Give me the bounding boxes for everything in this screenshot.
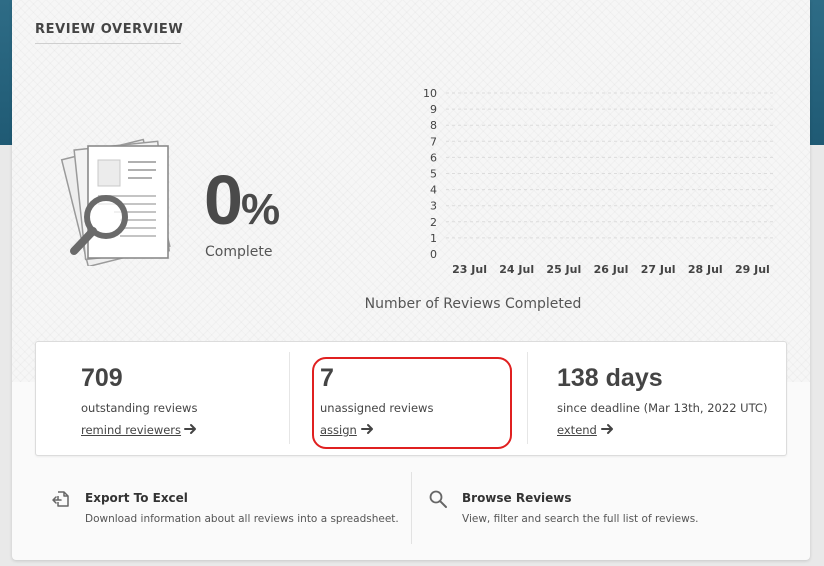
review-overview-card: REVIEW OVERVIEW 0% Complete 0 1 2 3 4 5 6 7 8 9 10… bbox=[12, 0, 810, 560]
stat-value: 709 bbox=[81, 364, 123, 392]
chart-xtick-label: 23 Jul bbox=[452, 263, 487, 276]
completion-value: 0 bbox=[204, 161, 243, 239]
chart-ytick-label: 5 bbox=[430, 168, 437, 181]
export-icon bbox=[52, 491, 69, 507]
arrow-right-icon[interactable] bbox=[361, 422, 375, 436]
action-title: Browse Reviews bbox=[462, 491, 572, 505]
reviews-completed-chart: 0 1 2 3 4 5 6 7 8 9 10 23 Jul 24 Jul 25 Jul 26 Jul 27 J… bbox=[423, 87, 776, 276]
completion-label: Complete bbox=[205, 244, 273, 260]
chart-ytick-label: 9 bbox=[430, 103, 437, 116]
chart-ytick-label: 3 bbox=[430, 200, 437, 213]
arrow-right-icon[interactable] bbox=[184, 422, 198, 436]
search-icon bbox=[429, 490, 447, 508]
action-description: View, filter and search the full list of… bbox=[462, 513, 699, 525]
stat-label: unassigned reviews bbox=[320, 401, 434, 415]
remind-reviewers-link[interactable]: remind reviewers bbox=[81, 423, 181, 437]
extend-link[interactable]: extend bbox=[557, 423, 597, 437]
browse-reviews-button[interactable]: Browse Reviews View, filter and search t… bbox=[412, 472, 787, 544]
stat-unassigned: 7 unassigned reviews assign bbox=[320, 342, 510, 455]
chart-ytick-label: 0 bbox=[430, 248, 437, 261]
stat-outstanding: 709 outstanding reviews remind reviewers bbox=[81, 342, 281, 455]
arrow-right-icon[interactable] bbox=[601, 422, 615, 436]
chart-ytick-label: 8 bbox=[430, 119, 437, 132]
stat-value: 138 days bbox=[557, 364, 663, 392]
chart-xlabel: Number of Reviews Completed bbox=[364, 296, 582, 312]
chart-xtick-label: 29 Jul bbox=[735, 263, 770, 276]
assign-link[interactable]: assign bbox=[320, 423, 357, 437]
chart-ytick-label: 4 bbox=[430, 184, 437, 197]
chart-ytick-label: 6 bbox=[430, 151, 437, 164]
stat-label: since deadline (Mar 13th, 2022 UTC) bbox=[557, 401, 768, 415]
chart-xtick-label: 24 Jul bbox=[499, 263, 534, 276]
documents-magnifier-icon bbox=[60, 138, 171, 266]
chart-ytick-label: 10 bbox=[423, 87, 437, 100]
percent-sign: % bbox=[240, 185, 281, 234]
chart-ytick-label: 2 bbox=[430, 216, 437, 229]
action-description: Download information about all reviews i… bbox=[85, 513, 399, 525]
panel-title: REVIEW OVERVIEW bbox=[35, 22, 184, 37]
stat-deadline: 138 days since deadline (Mar 13th, 2022 … bbox=[557, 342, 777, 455]
export-to-excel-button[interactable]: Export To Excel Download information abo… bbox=[35, 472, 411, 544]
action-title: Export To Excel bbox=[85, 491, 188, 505]
chart-ytick-label: 7 bbox=[430, 135, 437, 148]
completion-percentage: 0% bbox=[204, 160, 280, 240]
chart-caption-wrap: Number of Reviews Completed bbox=[12, 296, 810, 312]
stat-label: outstanding reviews bbox=[81, 401, 198, 415]
stat-divider bbox=[527, 352, 528, 444]
stat-divider bbox=[289, 352, 290, 444]
chart-ytick-label: 1 bbox=[430, 232, 437, 245]
chart-xtick-label: 27 Jul bbox=[641, 263, 676, 276]
review-stats: 709 outstanding reviews remind reviewers… bbox=[35, 341, 787, 456]
stat-value: 7 bbox=[320, 364, 334, 392]
title-underline bbox=[35, 43, 181, 44]
chart-xtick-label: 25 Jul bbox=[546, 263, 581, 276]
chart-xtick-label: 26 Jul bbox=[594, 263, 629, 276]
chart-xtick-label: 28 Jul bbox=[688, 263, 723, 276]
review-actions: Export To Excel Download information abo… bbox=[35, 472, 787, 544]
